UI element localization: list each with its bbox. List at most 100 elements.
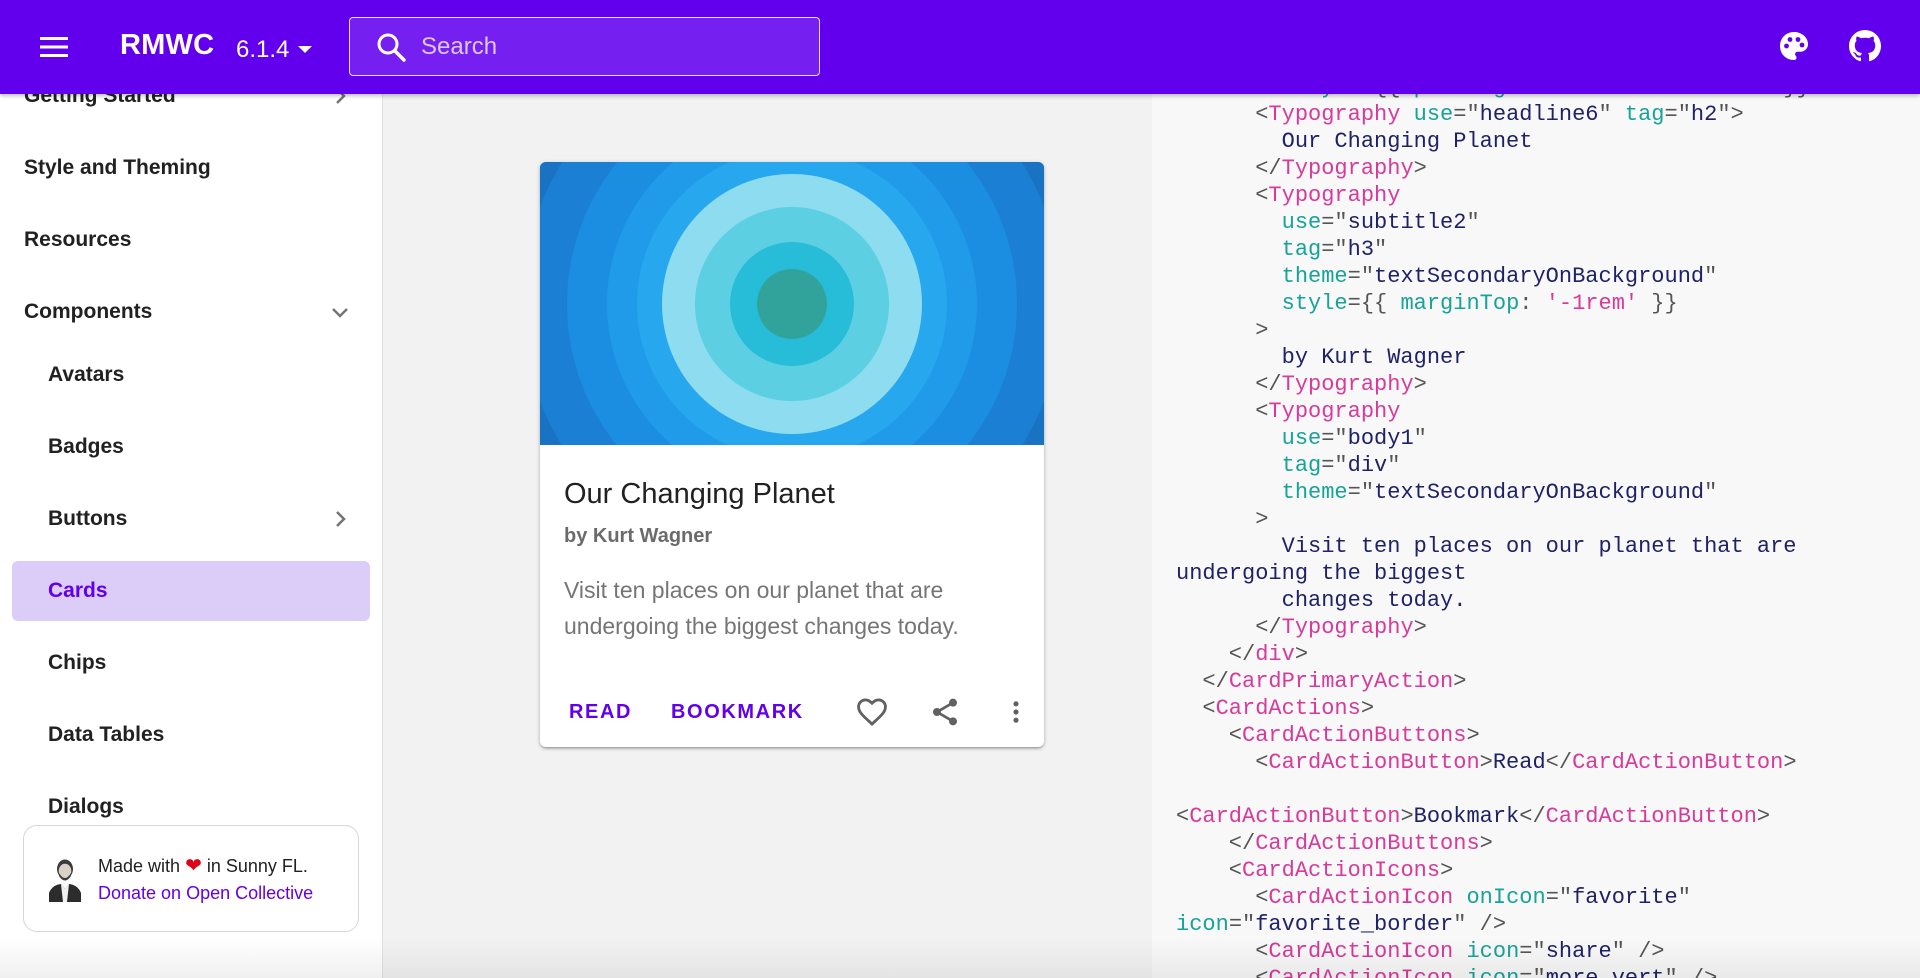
code-token: < [1176, 399, 1269, 424]
search-box[interactable] [349, 17, 820, 76]
sidebar-item-label: Getting Started [24, 94, 176, 107]
code-token: > [1413, 615, 1427, 640]
sidebar-item-data-tables[interactable]: Data Tables [12, 705, 370, 765]
code-line: Our Changing Planet [1176, 128, 1823, 155]
code-token: Typography [1268, 399, 1401, 424]
palette-icon [1780, 32, 1808, 60]
chevron-down-icon [332, 308, 348, 318]
code-token: < [1176, 939, 1269, 964]
code-token: headline6 [1479, 102, 1599, 127]
code-token: body1 [1347, 426, 1414, 451]
code-token: icon [1176, 912, 1229, 937]
code-token: textSecondaryOnBackground [1374, 264, 1705, 289]
code-token: icon [1466, 966, 1519, 978]
favorite-button[interactable] [850, 690, 894, 734]
code-token: div [1255, 642, 1295, 667]
chevron-down-icon [298, 46, 313, 53]
sidebar-item-buttons[interactable]: Buttons [12, 489, 370, 549]
code-token: > [1479, 831, 1493, 856]
code-token: <div [1176, 94, 1295, 100]
code-token: style [1281, 291, 1348, 316]
code-token: CardPrimaryAction [1228, 669, 1454, 694]
sidebar-item-components[interactable]: Components [12, 282, 370, 342]
code-line: tag="div" [1176, 452, 1823, 479]
sidebar-item-resources[interactable]: Resources [12, 210, 370, 270]
code-token: Typography [1281, 372, 1414, 397]
code-token: < [1176, 696, 1216, 721]
code-token: =" [1321, 210, 1348, 235]
sidebar-item-getting-started[interactable]: Getting Started [12, 94, 370, 126]
code-token: use [1413, 102, 1454, 127]
sidebar-item-style-and-theming[interactable]: Style and Theming [12, 138, 370, 198]
code-token: < [1176, 183, 1269, 208]
credit-made-with: Made with [98, 856, 181, 876]
share-icon [933, 698, 957, 726]
code-token: }} [1638, 291, 1678, 316]
code-token: Bookmark [1413, 804, 1520, 829]
sidebar-item-chips[interactable]: Chips [12, 633, 370, 693]
code-token: tag [1281, 453, 1322, 478]
sidebar-item-avatars[interactable]: Avatars [12, 345, 370, 405]
code-token: =" [1519, 939, 1546, 964]
demo-card: Our Changing Planet by Kurt Wagner Visit… [540, 162, 1044, 747]
code-token: CardActionButton [1572, 750, 1784, 775]
code-token: CardActions [1215, 696, 1361, 721]
sidebar-item-cards[interactable]: Cards [12, 561, 370, 621]
share-button[interactable] [923, 690, 967, 734]
version-label: 6.1.4 [236, 36, 290, 63]
code-token: > [1440, 858, 1454, 883]
code-token: > [1479, 750, 1493, 775]
code-token: by Kurt Wagner [1176, 345, 1467, 370]
code-token: > [1756, 804, 1771, 829]
more-options-button[interactable] [994, 690, 1038, 734]
code-token: " [1387, 453, 1401, 478]
code-token: </ [1176, 156, 1282, 181]
read-button[interactable]: READ [569, 692, 632, 732]
code-token: </ [1176, 831, 1256, 856]
code-line: undergoing the biggest [1176, 560, 1823, 587]
code-line: </CardPrimaryAction> [1176, 668, 1823, 695]
version-select[interactable]: 6.1.4 [236, 32, 313, 68]
search-input[interactable] [421, 32, 801, 61]
card-media-image[interactable] [540, 162, 1044, 445]
code-line: use="subtitle2" [1176, 209, 1823, 236]
donate-link[interactable]: Donate on Open Collective [98, 883, 313, 904]
code-token: Read [1492, 750, 1546, 775]
code-token: =" [1347, 264, 1375, 289]
theme-toggle-button[interactable] [1776, 28, 1812, 64]
sidebar-item-label: Chips [48, 651, 107, 674]
code-token: theme [1281, 480, 1348, 505]
code-token: > [1466, 723, 1480, 748]
code-line: tag="h3" [1176, 236, 1823, 263]
sidebar-item-badges[interactable]: Badges [12, 417, 370, 477]
chevron-right-icon [336, 511, 346, 527]
code-token: " [1413, 426, 1427, 451]
code-line: <div style={{ padding: '0 1rem 1rem 1rem… [1176, 94, 1823, 101]
menu-button[interactable] [34, 25, 74, 69]
code-line: </div> [1176, 641, 1823, 668]
sidebar-item-label: Buttons [48, 507, 128, 530]
code-token: < [1176, 804, 1190, 829]
code-line: <Typography [1176, 398, 1823, 425]
more-vert-icon [1013, 701, 1019, 723]
code-token: more_vert [1546, 966, 1665, 978]
code-line: <CardActionButton>Read</CardActionButton… [1176, 749, 1823, 776]
code-line: </Typography> [1176, 614, 1823, 641]
code-token: Typography [1268, 183, 1401, 208]
sidebar-item-label: Style and Theming [24, 156, 211, 179]
code-line: <Typography use="headline6" tag="h2"> [1176, 101, 1823, 128]
code-token: </ [1519, 804, 1546, 829]
github-link[interactable] [1847, 28, 1883, 64]
code-token: " /> [1665, 966, 1718, 978]
code-token: < [1176, 885, 1269, 910]
app-title[interactable]: RMWC [120, 29, 214, 62]
code-line: <CardActionIcon icon="more_vert" /> [1176, 965, 1823, 978]
bookmark-button[interactable]: BOOKMARK [671, 692, 804, 732]
code-token: favorite_border [1255, 912, 1454, 937]
top-app-bar: RMWC 6.1.4 [0, 0, 1920, 94]
code-token: h2 [1690, 102, 1718, 127]
